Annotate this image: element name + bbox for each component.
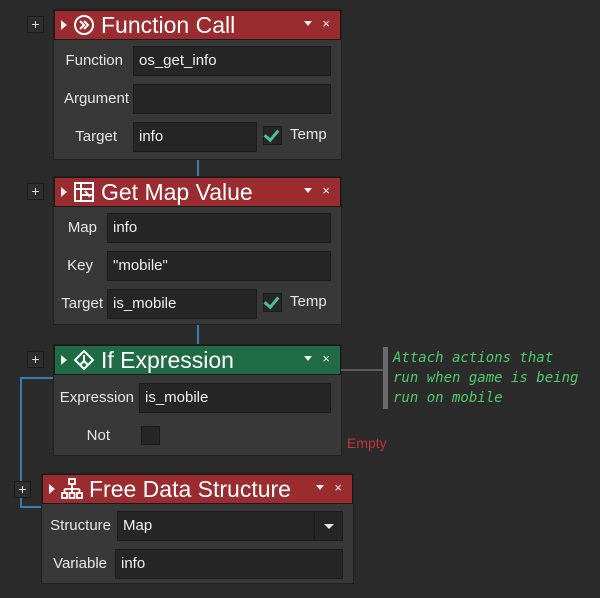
expand-button[interactable]: +: [27, 16, 44, 33]
dropdown-button[interactable]: [314, 512, 342, 540]
connection-wire: [197, 325, 199, 344]
close-icon[interactable]: ×: [322, 16, 330, 32]
field-label: Expression: [59, 389, 134, 406]
close-icon[interactable]: ×: [322, 183, 330, 199]
map-field[interactable]: info: [107, 213, 331, 243]
argument-field[interactable]: [133, 84, 331, 114]
field-label: Target: [75, 128, 117, 145]
chevron-down-icon: [324, 524, 334, 529]
comment-bar[interactable]: [383, 347, 388, 409]
collapse-arrow-icon[interactable]: [49, 484, 55, 494]
structure-dropdown[interactable]: Map: [117, 511, 343, 541]
field-label: Not: [86, 427, 110, 444]
map-grid-icon: [73, 181, 95, 203]
field-label: Structure: [50, 517, 111, 534]
branch-diamond-icon: [73, 349, 95, 371]
get-map-value-block: Get Map Value × Map info Key "mobile" Ta…: [53, 176, 342, 325]
key-field[interactable]: "mobile": [107, 251, 331, 281]
temp-label: Temp: [290, 126, 327, 143]
function-call-block: Function Call × Function os_get_info Arg…: [53, 9, 342, 160]
if-expression-block: If Expression × Expression is_mobile Not: [53, 344, 342, 456]
temp-checkbox[interactable]: [263, 125, 282, 145]
field-label: Function: [65, 52, 123, 69]
function-field[interactable]: os_get_info: [133, 46, 331, 76]
field-label: Target: [61, 295, 103, 312]
branch-wire: [20, 506, 42, 508]
field-label: Map: [67, 219, 97, 236]
expand-button[interactable]: +: [27, 183, 44, 200]
not-checkbox[interactable]: [141, 426, 160, 445]
comment-text[interactable]: Attach actions that run when game is bei…: [393, 348, 599, 408]
block-title: Free Data Structure: [89, 475, 291, 502]
block-header[interactable]: Free Data Structure ×: [42, 474, 353, 504]
free-data-structure-block: Free Data Structure × Structure Map Vari…: [41, 473, 354, 584]
block-header[interactable]: Function Call ×: [54, 10, 341, 40]
comment-connector: [341, 369, 383, 371]
block-header[interactable]: Get Map Value ×: [54, 177, 341, 207]
collapse-arrow-icon[interactable]: [61, 355, 67, 365]
hierarchy-icon: [61, 478, 83, 500]
field-label: Variable: [53, 555, 107, 572]
branch-wire: [20, 377, 54, 379]
chevron-down-icon[interactable]: [304, 356, 312, 361]
collapse-arrow-icon[interactable]: [61, 20, 67, 30]
target-field[interactable]: info: [133, 122, 257, 152]
close-icon[interactable]: ×: [334, 480, 342, 496]
expand-button[interactable]: +: [27, 351, 44, 368]
checkmark-icon: [263, 292, 280, 310]
target-field[interactable]: is_mobile: [107, 289, 257, 319]
expression-field[interactable]: is_mobile: [139, 383, 331, 413]
block-header[interactable]: If Expression ×: [54, 345, 341, 375]
collapse-arrow-icon[interactable]: [61, 187, 67, 197]
close-icon[interactable]: ×: [322, 351, 330, 367]
field-label: Key: [67, 257, 93, 274]
expand-button[interactable]: +: [14, 481, 31, 498]
block-title: Function Call: [101, 11, 236, 38]
comment-line: run on mobile: [393, 390, 503, 406]
variable-field[interactable]: info: [115, 549, 343, 579]
block-title: If Expression: [101, 346, 234, 373]
temp-checkbox[interactable]: [263, 292, 282, 312]
comment-line: run when game is being: [393, 370, 579, 386]
structure-value: Map: [123, 517, 153, 534]
checkmark-icon: [263, 125, 280, 143]
connection-wire: [197, 160, 199, 176]
chevron-down-icon[interactable]: [304, 21, 312, 26]
field-label: Argument: [63, 90, 129, 107]
empty-branch-label[interactable]: Empty: [347, 435, 387, 451]
temp-label: Temp: [290, 293, 327, 310]
run-script-icon: [73, 14, 95, 36]
comment-line: Attach actions that: [393, 350, 554, 366]
chevron-down-icon[interactable]: [304, 188, 312, 193]
block-title: Get Map Value: [101, 178, 253, 205]
chevron-down-icon[interactable]: [316, 485, 324, 490]
